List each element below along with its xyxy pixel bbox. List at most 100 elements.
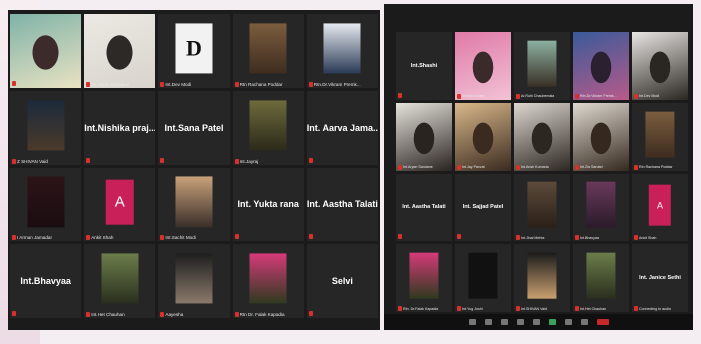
participant-tile[interactable]: Selvi [306, 244, 378, 318]
muted-mic-icon [516, 93, 520, 99]
muted-mic-icon [516, 306, 520, 311]
participant-caption: Int.Jayraj [234, 158, 259, 164]
share-screen-icon[interactable] [548, 319, 556, 325]
participant-tile[interactable]: Int.Jinal Mehta [514, 173, 570, 242]
participant-caption: Int.Jay Pavvat [457, 164, 485, 170]
participant-tile[interactable]: D Int.Dev Modi [158, 14, 230, 88]
muted-mic-icon [308, 157, 313, 163]
participant-name-label: Int.Het Chauhan [580, 306, 607, 311]
end-meeting-button[interactable] [596, 319, 609, 325]
record-icon[interactable] [564, 319, 572, 325]
participant-caption: Int.Saira Mani [457, 93, 484, 99]
muted-mic-icon [234, 158, 239, 164]
participant-caption: Rtn Rachana Poddar [634, 164, 673, 170]
muted-mic-icon [457, 164, 461, 170]
participant-tile[interactable]: Int.Saira Mani [455, 32, 511, 100]
profile-photo [249, 23, 287, 74]
participant-tile[interactable]: A Ankit Shah [84, 167, 156, 242]
participant-video [10, 14, 82, 88]
participant-tile[interactable]: Int.Sachit Modi [158, 167, 230, 242]
participant-name-label: Int.SHIVAN Vaid [521, 306, 548, 311]
participant-name-display: Int.Shashi [410, 62, 438, 69]
profile-photo [323, 23, 361, 74]
participant-tile[interactable]: Int.Zia Sardari [573, 102, 629, 171]
participant-tile[interactable]: Rtn. Dr.Falak Kapadia [396, 244, 452, 312]
participant-name-label: Int.Dev Modi [165, 81, 192, 87]
participant-name-label: Aayesha [165, 312, 184, 317]
participant-tile[interactable]: Int.Yug Joshi [455, 244, 511, 312]
participant-tile[interactable]: Int.Het Chauhan [84, 244, 156, 318]
video-icon[interactable] [484, 319, 492, 325]
participant-tile[interactable]: Int.Aryan Sandane [396, 102, 452, 171]
participant-tile[interactable]: Rtn Dr. Falak Kapadia [232, 244, 304, 318]
participant-tile[interactable]: Int. Sajjad Patel [455, 173, 511, 242]
participant-caption: Int.Jinal Mehta [516, 235, 544, 241]
participant-name-label: Rtn.Dr.Vikram Premk... [313, 81, 361, 87]
participant-caption: Int.Ansh Kumaria [516, 164, 549, 170]
participant-tile[interactable]: Int.Jay Pavvat [455, 102, 511, 171]
participant-tile[interactable]: Int.Aryan Sandane [84, 14, 156, 88]
participant-name-display: Int. Yukta rana [237, 199, 299, 210]
participant-name-label: Int.Yug Joshi [462, 306, 483, 311]
muted-mic-icon [234, 312, 239, 317]
participant-video [396, 102, 452, 171]
participant-tile[interactable]: Int.Dev Modi [632, 32, 688, 100]
muted-mic-icon [308, 81, 313, 87]
participant-tile[interactable]: Rtn Rachana Poddar [232, 14, 304, 88]
muted-mic-icon [575, 164, 579, 170]
participant-tile[interactable]: Int.Sana Patel [158, 90, 230, 165]
participant-tile[interactable]: Aayesha [158, 244, 230, 318]
muted-mic-icon [634, 164, 638, 170]
participants-icon[interactable] [516, 319, 524, 325]
participant-tile[interactable]: Int. Aastha Talati [396, 173, 452, 242]
screenshot-collage: Int.Aryan Sandane D Int.Dev Modi Rtn Rachan… [0, 0, 701, 344]
participant-tile[interactable]: Int.Ansh Kumaria [514, 102, 570, 171]
right-tile-grid: Int.Shashi Int.Saira Mani Ar.Ruhi Chaubema… [396, 32, 688, 312]
participant-tile[interactable]: A Ankit Shah [632, 173, 688, 242]
participant-tile[interactable]: Z SHIVAN Vaid [10, 90, 82, 165]
participant-name-display: Int. Aastha Talati [306, 199, 378, 210]
participant-tile[interactable]: Int.Jayraj [232, 90, 304, 165]
participant-tile[interactable]: Int.Bhavyaa [573, 173, 629, 242]
participant-video [455, 102, 511, 171]
participant-name-label: Int.Jayraj [239, 158, 259, 164]
participant-tile[interactable]: Rtn.Dr.Vikram Premk... [306, 14, 378, 88]
participant-tile[interactable]: I Arman Jamadar [10, 167, 82, 242]
participant-video [514, 102, 570, 171]
participant-name-label: Int.Dev Modi [639, 94, 660, 99]
participant-tile[interactable]: Int. Aarva Jama... [306, 90, 378, 165]
participant-name-display: Selvi [331, 276, 353, 287]
participant-caption: Rtn Dr. Falak Kapadia [234, 312, 285, 317]
participant-tile[interactable]: Int. Janice Sethi Connecting to audio [632, 244, 688, 312]
avatar-initial: A [648, 185, 672, 226]
participant-tile[interactable]: Int.Bhavyaa [10, 244, 82, 318]
participant-name-label: Int.Bhavyaa [580, 235, 599, 240]
participant-tile[interactable]: Int.Het Chauhan [573, 244, 629, 312]
muted-mic-icon [234, 81, 239, 87]
mute-icon[interactable] [468, 319, 476, 325]
participant-tile[interactable]: Ar.Ruhi Chaubemala [514, 32, 570, 100]
reactions-icon[interactable] [580, 319, 588, 325]
participant-name-label: Connecting to audio [639, 306, 671, 311]
chat-icon[interactable] [532, 319, 540, 325]
participant-caption: Int.Het Chauhan [575, 306, 606, 311]
participant-name-label: Ankit Shah [91, 235, 114, 241]
participant-tile[interactable]: Int.Nishika praj... [84, 90, 156, 165]
participant-tile[interactable]: Int. Yukta rana [232, 167, 304, 242]
participant-caption: Rtn.Dr.Vikram Premk... [575, 93, 617, 99]
participant-name-display: Int. Janice Sethi [639, 275, 681, 282]
right-video-gallery: Int.Shashi Int.Saira Mani Ar.Ruhi Chaubema… [384, 4, 693, 330]
security-icon[interactable] [500, 319, 508, 325]
participant-tile[interactable]: Rtn Rachana Poddar [632, 102, 688, 171]
participant-tile[interactable] [10, 14, 82, 88]
profile-photo [527, 40, 557, 87]
participant-tile[interactable]: Int.SHIVAN Vaid [514, 244, 570, 312]
participant-video [455, 32, 511, 100]
participant-caption: Ankit Shah [634, 235, 656, 241]
participant-tile[interactable]: Int. Aastha Talati [306, 167, 378, 242]
participant-tile[interactable]: Rtn.Dr.Vikram Premk... [573, 32, 629, 100]
muted-mic-icon [457, 234, 461, 240]
participant-caption: Int.Dev Modi [634, 93, 660, 99]
participant-tile[interactable]: Int.Shashi [396, 32, 452, 100]
muted-mic-icon [398, 306, 402, 311]
